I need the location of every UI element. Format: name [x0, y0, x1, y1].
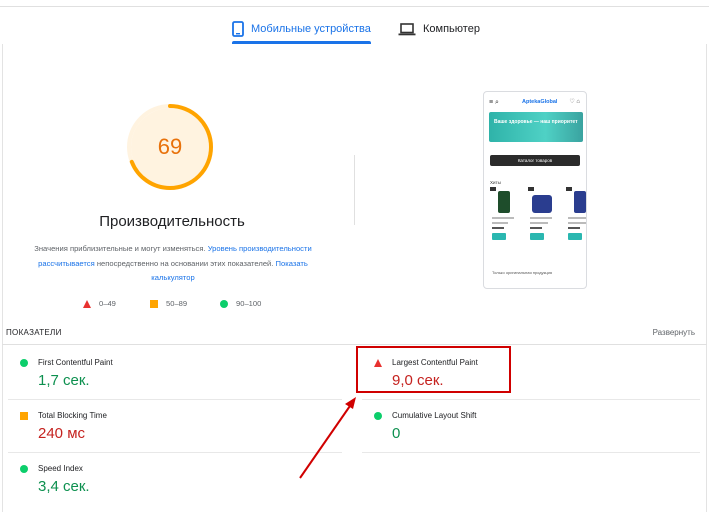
circle-icon — [220, 299, 228, 308]
metric-name: Cumulative Layout Shift — [392, 411, 477, 420]
score-description: Значения приблизительные и могут изменят… — [25, 242, 321, 286]
preview-product — [566, 187, 586, 253]
score-legend: 0–49 50–89 90–100 — [0, 299, 344, 311]
legend-poor-label: 0–49 — [99, 299, 116, 308]
metric-name: Total Blocking Time — [38, 411, 107, 420]
preview-footer: Только оригинальная продукция — [492, 270, 553, 275]
legend-good-label: 90–100 — [236, 299, 262, 308]
metric-value: 240 мс — [38, 425, 86, 442]
description-text-2: непосредственно на основании этих показа… — [96, 258, 274, 268]
preview-logo: AptekaGlobal — [522, 99, 558, 105]
circle-icon — [374, 412, 382, 420]
menu-icon: ≡ ⌕ — [489, 99, 499, 106]
score-value: 69 — [157, 134, 183, 159]
tab-desktop-label: Компьютер — [423, 23, 480, 35]
metric-value: 1,7 сек. — [38, 372, 90, 389]
legend-average: 50–89 — [150, 299, 187, 308]
cart-icon: ♡ ⌂ — [569, 99, 580, 105]
metric-name: Speed Index — [38, 464, 83, 473]
top-divider — [0, 6, 709, 7]
legend-average-label: 50–89 — [166, 299, 188, 308]
legend-good: 90–100 — [220, 299, 261, 308]
tab-mobile-label: Мобильные устройства — [251, 23, 371, 35]
description-text: Значения приблизительные и могут изменят… — [34, 244, 206, 253]
preview-product — [490, 187, 518, 253]
vertical-divider — [354, 155, 355, 225]
device-tabs: Мобильные устройства Компьютер — [0, 14, 709, 44]
row-divider — [362, 452, 700, 453]
metric-value: 3,4 сек. — [38, 478, 90, 495]
legend-poor: 0–49 — [83, 299, 116, 308]
metric-value: 0 — [392, 425, 401, 442]
metrics-divider — [2, 344, 707, 345]
smartphone-icon — [232, 21, 244, 37]
circle-icon — [20, 359, 28, 367]
highlight-box — [356, 346, 511, 393]
metrics-header: ПОКАЗАТЕЛИ — [6, 328, 62, 337]
metric-name: First Contentful Paint — [38, 358, 113, 367]
preview-product — [528, 187, 556, 253]
performance-title: Производительность — [99, 213, 245, 230]
preview-banner: Ваше здоровье — наш приоритет — [489, 112, 583, 142]
row-divider — [362, 399, 700, 400]
tab-desktop[interactable]: Компьютер — [398, 14, 480, 44]
tab-mobile[interactable]: Мобильные устройства — [232, 14, 371, 44]
expand-button[interactable]: Развернуть — [653, 328, 695, 337]
row-divider — [8, 452, 342, 453]
laptop-icon — [398, 22, 416, 36]
row-divider — [8, 399, 342, 400]
preview-banner-text: Ваше здоровье — наш приоритет — [494, 119, 578, 125]
page-screenshot-preview: ≡ ⌕ AptekaGlobal ♡ ⌂ Ваше здоровье — наш… — [483, 91, 587, 289]
square-icon — [150, 299, 158, 308]
preview-catalog-button: Каталог товаров — [490, 155, 580, 166]
square-icon — [20, 412, 28, 420]
triangle-icon — [83, 299, 91, 308]
preview-section-title: Хиты — [490, 180, 501, 185]
circle-icon — [20, 465, 28, 473]
